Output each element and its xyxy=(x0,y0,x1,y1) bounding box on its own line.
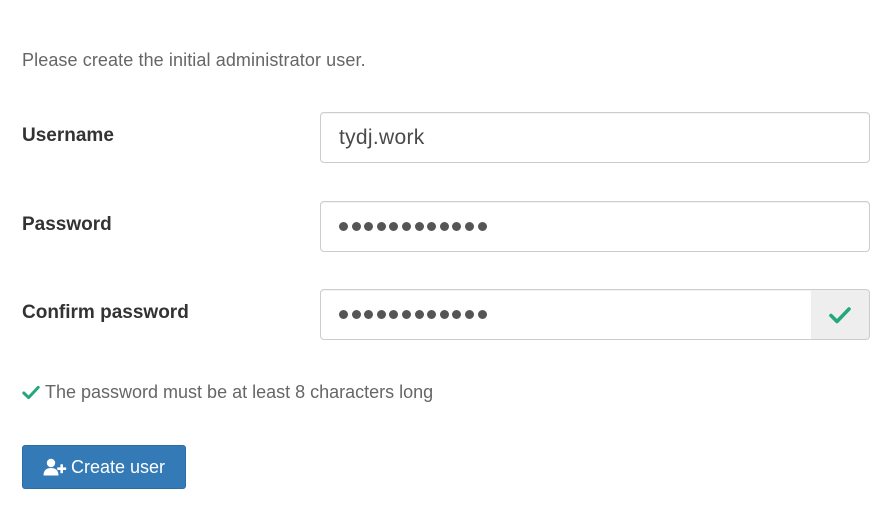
confirm-password-mask xyxy=(339,310,487,319)
confirm-password-row: Confirm password xyxy=(22,289,870,340)
create-user-button[interactable]: Create user xyxy=(22,445,186,489)
mask-dot xyxy=(351,222,361,231)
mask-dot xyxy=(351,310,361,319)
mask-dot xyxy=(427,222,437,231)
mask-dot xyxy=(477,222,487,231)
mask-dot xyxy=(401,310,411,319)
setup-page: Please create the initial administrator … xyxy=(0,0,893,527)
password-hint-text: The password must be at least 8 characte… xyxy=(45,382,434,402)
intro-text: Please create the initial administrator … xyxy=(22,50,366,70)
mask-dot xyxy=(439,310,449,319)
mask-dot xyxy=(401,222,411,231)
mask-dot xyxy=(364,310,374,319)
username-input[interactable]: tydj.work xyxy=(320,112,870,163)
confirm-password-label: Confirm password xyxy=(22,302,189,323)
password-hint: The password must be at least 8 characte… xyxy=(22,382,433,403)
password-input[interactable] xyxy=(320,201,870,252)
password-label: Password xyxy=(22,214,112,235)
password-mask xyxy=(339,222,487,231)
mask-dot xyxy=(414,222,424,231)
password-row: Password xyxy=(22,201,870,252)
mask-dot xyxy=(452,310,462,319)
create-user-label: Create user xyxy=(70,456,166,477)
username-value: tydj.work xyxy=(339,125,425,149)
confirm-password-status xyxy=(811,289,870,340)
check-icon xyxy=(22,385,40,400)
username-row: Username tydj.work xyxy=(22,112,870,163)
mask-dot xyxy=(464,222,474,231)
check-icon xyxy=(829,306,851,323)
mask-dot xyxy=(389,310,399,319)
mask-dot xyxy=(389,222,399,231)
user-plus-icon xyxy=(43,458,67,476)
mask-dot xyxy=(339,222,348,231)
mask-dot xyxy=(364,222,374,231)
mask-dot xyxy=(427,310,437,319)
mask-dot xyxy=(339,310,348,319)
mask-dot xyxy=(414,310,424,319)
confirm-password-input[interactable] xyxy=(320,289,812,340)
mask-dot xyxy=(477,310,487,319)
mask-dot xyxy=(464,310,474,319)
mask-dot xyxy=(376,222,386,231)
mask-dot xyxy=(439,222,449,231)
username-label: Username xyxy=(22,125,114,146)
mask-dot xyxy=(376,310,386,319)
mask-dot xyxy=(452,222,462,231)
